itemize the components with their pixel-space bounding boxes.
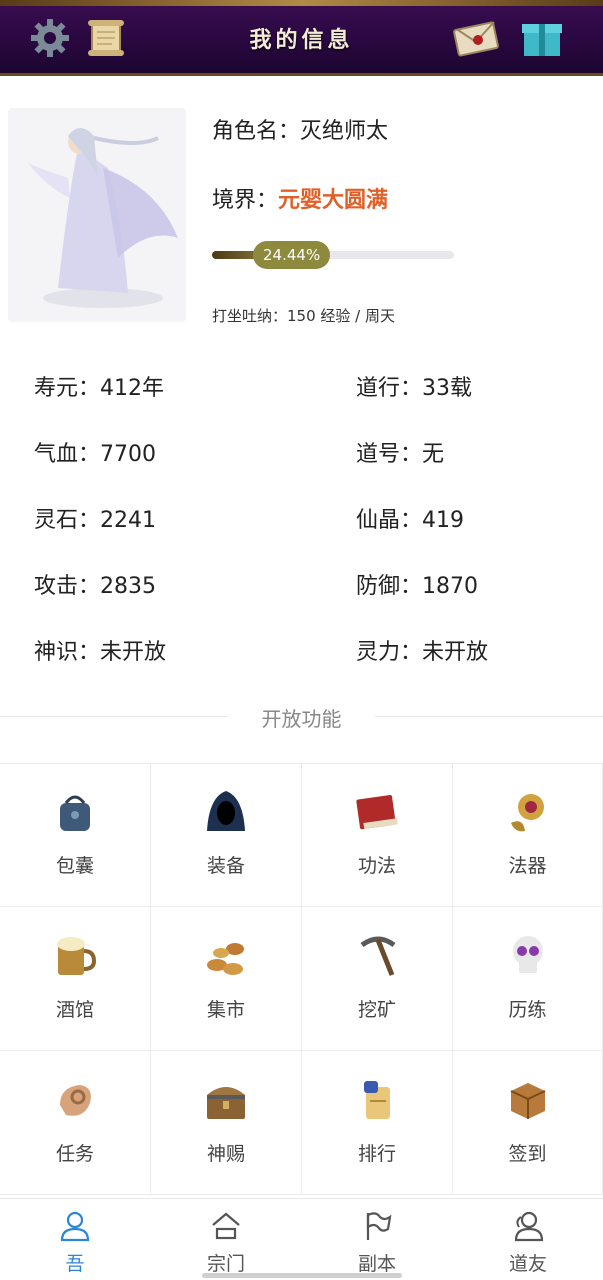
feature-label: 排行 <box>357 1143 396 1165</box>
skull-icon <box>512 936 543 973</box>
scroll-roll-icon <box>60 1085 91 1116</box>
feature-book[interactable]: 功法 <box>302 763 453 907</box>
top-header: 我的信息 <box>0 0 603 76</box>
magic-artifact-icon <box>510 794 544 832</box>
feature-label: 挖矿 <box>357 999 396 1021</box>
feature-pickaxe[interactable]: 挖矿 <box>302 907 453 1051</box>
realm-row: 境界：元婴大圆满 <box>212 182 388 214</box>
tab-label: 吾 <box>65 1253 85 1275</box>
stat-dao-years: 道行：33载 <box>356 376 472 401</box>
stat-spirit-power: 灵力：未开放 <box>356 640 489 665</box>
bottom-tab-bar: 吾 宗门 副本 道友 <box>0 1198 603 1280</box>
crate-icon <box>510 1083 545 1119</box>
stat-lifespan: 寿元：412年 <box>34 376 164 401</box>
home-indicator <box>202 1273 402 1278</box>
page-title: 我的信息 <box>249 27 354 53</box>
progress-percent: 24.44% <box>253 241 331 269</box>
feature-label: 酒馆 <box>55 999 94 1021</box>
house-icon <box>212 1212 240 1240</box>
feature-label: 功法 <box>357 855 396 877</box>
divider-right <box>375 716 603 717</box>
gift-box-icon[interactable] <box>518 14 566 62</box>
realm-value: 元婴大圆满 <box>278 188 389 213</box>
coins-icon <box>207 943 244 975</box>
stat-attack: 攻击：2835 <box>34 574 156 599</box>
stat-dao-title: 道号：无 <box>356 442 445 467</box>
friends-icon <box>514 1211 544 1242</box>
stat-spirit-stones: 灵石：2241 <box>34 508 156 533</box>
feature-beer-mug[interactable]: 酒馆 <box>0 907 151 1051</box>
feature-label: 历练 <box>508 999 547 1021</box>
feature-ranking-scroll[interactable]: 排行 <box>302 1051 453 1195</box>
feature-hooded-cloak[interactable]: 装备 <box>151 763 302 907</box>
feature-magic-artifact[interactable]: 法器 <box>453 763 603 907</box>
beer-mug-icon <box>57 937 97 975</box>
character-name-row: 角色名：灭绝师太 <box>212 113 388 145</box>
feature-label: 神赐 <box>206 1143 245 1165</box>
section-title: 开放功能 <box>261 707 342 731</box>
feature-treasure-chest[interactable]: 神赐 <box>151 1051 302 1195</box>
hooded-cloak-icon <box>207 791 245 831</box>
stat-hp: 气血：7700 <box>34 442 156 467</box>
bag-icon <box>60 795 90 831</box>
stat-defense: 防御：1870 <box>356 574 478 599</box>
stat-immortal-crystal: 仙晶：419 <box>356 508 464 533</box>
tab-dungeon[interactable]: 副本 <box>302 1199 452 1280</box>
ranking-scroll-icon <box>364 1081 390 1119</box>
experience-progress-bar: 24.44% <box>212 241 454 269</box>
tab-sect[interactable]: 宗门 <box>151 1199 301 1280</box>
pickaxe-icon <box>360 936 396 976</box>
tab-label: 宗门 <box>206 1253 245 1275</box>
feature-label: 装备 <box>206 855 245 877</box>
feature-label: 法器 <box>508 855 547 877</box>
treasure-chest-icon <box>207 1087 245 1119</box>
character-name: 灭绝师太 <box>300 119 389 144</box>
flag-icon <box>366 1212 392 1240</box>
stat-divine-sense: 神识：未开放 <box>34 640 167 665</box>
book-icon <box>356 795 398 830</box>
tab-label: 副本 <box>357 1253 396 1275</box>
mail-icon[interactable] <box>452 14 500 62</box>
feature-skull[interactable]: 历练 <box>453 907 603 1051</box>
feature-label: 包囊 <box>55 855 94 877</box>
feature-label: 任务 <box>55 1143 94 1165</box>
tab-me[interactable]: 吾 <box>0 1199 150 1280</box>
feature-label: 集市 <box>206 999 245 1021</box>
feature-label: 签到 <box>508 1143 547 1165</box>
character-avatar <box>8 108 186 322</box>
user-icon <box>60 1211 90 1242</box>
feature-bag[interactable]: 包囊 <box>0 763 151 907</box>
tab-friends[interactable]: 道友 <box>453 1199 603 1280</box>
realm-label: 境界： <box>212 188 279 213</box>
meditation-rate: 打坐吐纳：150 经验 / 周天 <box>212 307 395 325</box>
tab-label: 道友 <box>508 1253 547 1275</box>
feature-coins[interactable]: 集市 <box>151 907 302 1051</box>
feature-scroll-roll[interactable]: 任务 <box>0 1051 151 1195</box>
character-name-label: 角色名： <box>212 119 301 144</box>
feature-crate[interactable]: 签到 <box>453 1051 603 1195</box>
